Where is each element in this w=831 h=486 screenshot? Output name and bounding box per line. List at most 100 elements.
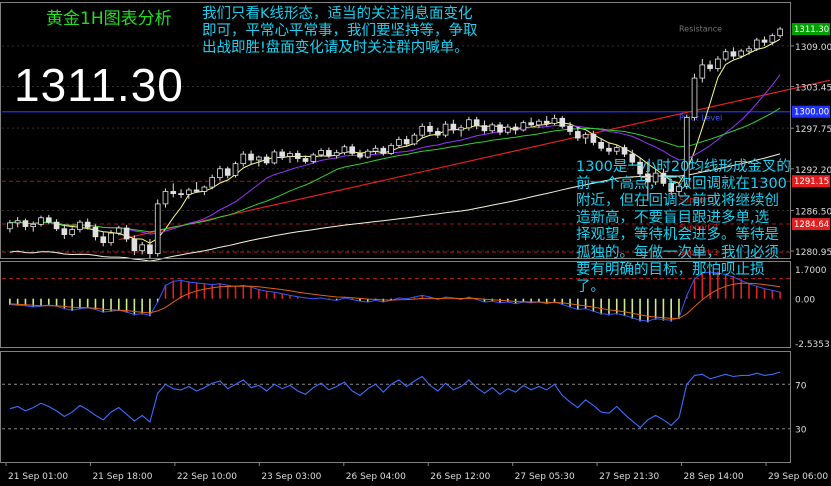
candle-body [543, 120, 550, 124]
candle-body [613, 147, 620, 152]
x-tick-label: 26 Sep 12:00 [430, 472, 490, 482]
price-level-label: 1311.30 [794, 25, 829, 35]
candle-body [217, 168, 223, 178]
note-line: 了。 [576, 278, 605, 295]
candle-body [715, 58, 721, 69]
candle-body [271, 151, 278, 164]
price-level-label: 1300.00 [794, 108, 829, 118]
candle-body [536, 120, 542, 126]
candle-body [528, 122, 534, 126]
macd-tick-label: -2.5353 [795, 340, 830, 350]
candle-body [38, 217, 44, 225]
candle-body [333, 152, 340, 157]
candle-body [512, 126, 519, 131]
level-name-label: Resistance [679, 24, 722, 33]
candle-body [115, 227, 122, 234]
note-line: 1300是一小时20均线形成金叉的 [576, 159, 791, 175]
candle-body [240, 153, 247, 165]
candle-body [310, 154, 317, 162]
x-tick-label: 23 Sep 03:00 [261, 472, 321, 482]
candle-body [559, 117, 566, 127]
y-tick-label: 1309.00 [795, 43, 831, 53]
note-line: 择观望，等待机会进多。等待是 [576, 227, 779, 244]
candle-body [489, 124, 496, 132]
candle-body [691, 77, 698, 118]
candle-body [84, 221, 91, 228]
candle-body [357, 153, 363, 158]
x-tick-label: 27 Sep 21:30 [599, 472, 659, 482]
candle-body [341, 146, 348, 154]
candle-body [287, 153, 293, 157]
candle-body [730, 51, 737, 57]
candle-body [434, 131, 441, 136]
candle-body [147, 244, 153, 255]
note-line: 要有明确的目标，那怕呗止损 [576, 261, 765, 278]
candle-body [318, 150, 324, 156]
candle-body [92, 226, 99, 238]
candle-body [598, 142, 604, 149]
candle-body [263, 156, 270, 164]
candle-body [738, 50, 745, 57]
note-line: 我们只看K线形态，适当的关注消息面变化 [202, 6, 473, 22]
candle-body [256, 156, 262, 161]
candle-body [473, 119, 480, 127]
candle-body [154, 203, 161, 255]
candle-body [777, 28, 783, 37]
candle-body [396, 139, 402, 146]
candle-body [53, 221, 60, 230]
x-tick-label: 22 Sep 10:00 [177, 472, 237, 482]
candle-body [279, 151, 286, 157]
x-tick-label: 27 Sep 05:30 [515, 472, 575, 482]
candle-body [224, 168, 231, 176]
candle-body [209, 177, 215, 188]
candle-body [193, 189, 200, 192]
candle-body [621, 147, 628, 155]
current-price-display: 1311.30 [14, 59, 184, 111]
candle-body [504, 126, 511, 133]
macd-tick-label: 0.00 [795, 296, 815, 306]
y-tick-label: 1297.75 [795, 125, 831, 135]
candle-body [606, 147, 612, 152]
candle-body [294, 153, 301, 159]
candle-body [77, 221, 83, 230]
candle-body [326, 150, 332, 156]
analysis-note-top: 我们只看K线形态，适当的关注消息面变化 即可，平常心平常事，我们要坚持等，争取 … [202, 6, 532, 57]
candle-body [139, 244, 145, 252]
candle-body [450, 123, 457, 131]
candle-body [7, 222, 13, 230]
candle-body [45, 217, 52, 223]
candle-body [575, 131, 581, 139]
candle-body [108, 232, 114, 244]
candle-body [30, 223, 37, 227]
candle-body [123, 227, 130, 240]
x-tick-label: 29 Sep 06:00 [768, 472, 828, 482]
candle-body [753, 39, 760, 50]
candle-body [481, 125, 488, 132]
candle-body [14, 220, 21, 224]
note-line: 附近，但在回调之前或将继续创 [576, 193, 779, 210]
y-tick-label: 1303.45 [795, 83, 831, 93]
x-tick-label: 28 Sep 14:00 [684, 472, 744, 482]
candle-body [411, 134, 418, 145]
candle-body [551, 117, 558, 124]
candle-body [162, 191, 169, 205]
candle-body [427, 125, 433, 132]
chart-title: 黄金1H图表分析 [46, 9, 172, 29]
candle-body [722, 51, 729, 60]
note-line: 即可，平常心平常事，我们要坚持等，争取 [202, 23, 478, 40]
note-line: 造新高，不要盲目跟进多单,选 [576, 210, 770, 227]
candle-body [372, 147, 379, 152]
candle-body [388, 144, 394, 154]
candle-body [186, 189, 192, 195]
x-tick-label: 21 Sep 18:00 [92, 472, 152, 482]
x-tick-label: 26 Sep 04:00 [346, 472, 406, 482]
candle-body [403, 139, 410, 145]
note-line: 前一个高点，下次回调就在1300 [576, 176, 787, 193]
candle-body [761, 39, 768, 43]
candle-body [466, 119, 472, 129]
candle-body [170, 191, 177, 195]
analysis-note-right: 1300是一小时20均线形成金叉的 前一个高点，下次回调就在1300 附近，但在… [576, 159, 828, 296]
candle-body [419, 125, 426, 136]
candle-body [769, 35, 776, 43]
candle-body [442, 123, 449, 136]
